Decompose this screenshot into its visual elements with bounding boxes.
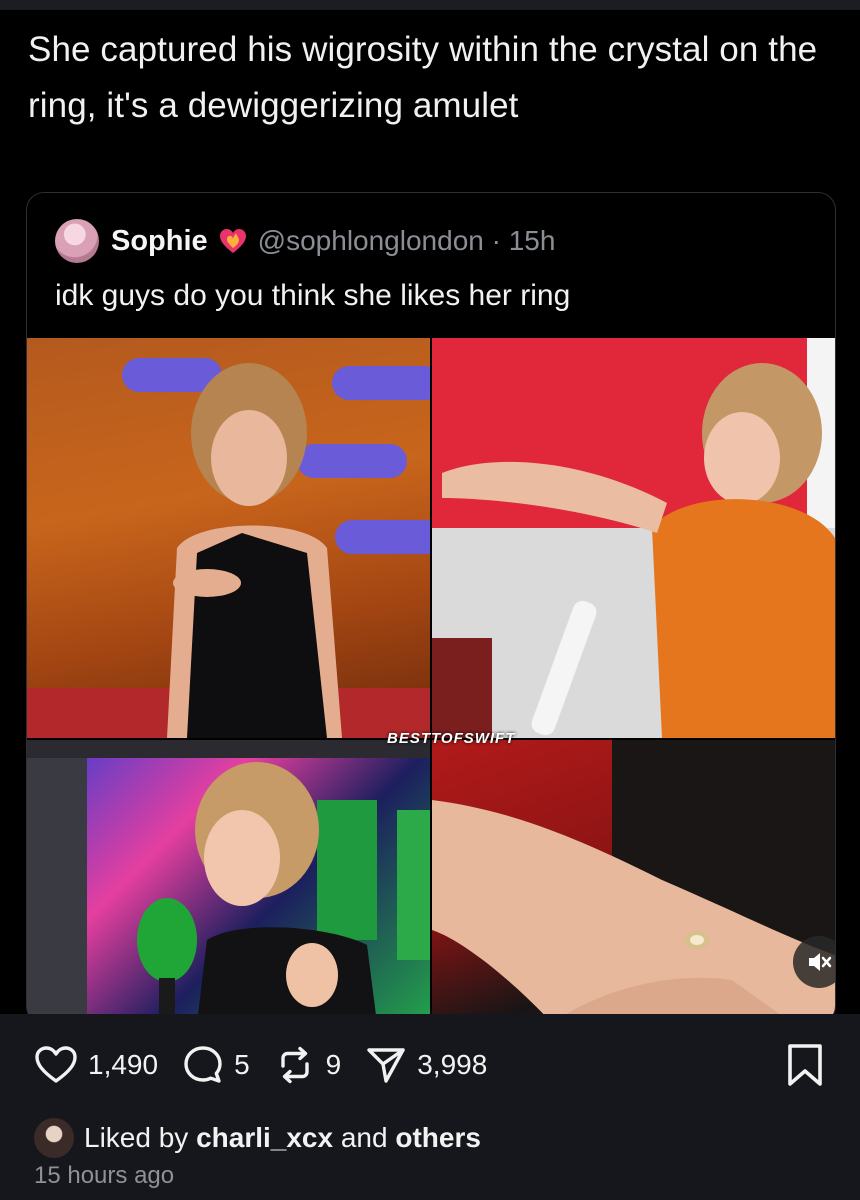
reply-button[interactable]: 5 — [182, 1044, 250, 1086]
quoted-post-header: Sophie @sophlonglondon · 15h — [55, 219, 555, 263]
liked-by-others[interactable]: others — [395, 1122, 481, 1154]
send-icon — [367, 1048, 405, 1083]
like-count: 1,490 — [88, 1049, 159, 1080]
speaker-muted-icon — [809, 953, 832, 971]
post-text: She captured his wigrosity within the cr… — [28, 30, 818, 125]
speech-bubble-icon — [184, 1046, 222, 1083]
liker-avatar[interactable] — [34, 1118, 74, 1158]
video-watermark: BESTTOFSWIFT — [387, 730, 516, 747]
quoted-post-text: idk guys do you think she likes her ring — [55, 279, 571, 312]
liked-by-middle: and — [340, 1122, 388, 1153]
bookmark-button[interactable] — [785, 1042, 825, 1093]
repost-icon — [280, 1046, 309, 1084]
quoted-post-card[interactable]: Sophie @sophlonglondon · 15h idk guys do… — [26, 192, 836, 1024]
action-bar: 1,490 5 9 3,998 — [34, 1040, 511, 1090]
liked-by-prefix: Liked by — [84, 1122, 189, 1153]
quoted-author-handle-time: @sophlonglondon · 15h — [257, 225, 556, 256]
share-count: 3,998 — [417, 1049, 488, 1080]
photo-bottom-left[interactable] — [27, 740, 430, 1023]
photo-top-left[interactable] — [27, 338, 430, 738]
heart-fire-icon — [218, 226, 248, 256]
bookmark-icon — [788, 1044, 822, 1086]
repost-count: 9 — [325, 1049, 342, 1080]
repost-button[interactable]: 9 — [274, 1044, 342, 1086]
photo-bottom-right[interactable] — [432, 740, 835, 1023]
reply-count: 5 — [234, 1049, 250, 1080]
heart-icon — [35, 1046, 77, 1083]
share-button[interactable]: 3,998 — [365, 1044, 487, 1086]
quoted-author-name[interactable]: Sophie — [111, 225, 208, 258]
mute-button[interactable] — [793, 936, 835, 988]
photo-top-right[interactable] — [432, 338, 835, 738]
like-button[interactable]: 1,490 — [34, 1045, 158, 1085]
post-timestamp: 15 hours ago — [34, 1162, 175, 1189]
top-bar — [0, 0, 860, 10]
media-grid[interactable]: BESTTOFSWIFT — [27, 338, 835, 1023]
liked-by-line: Liked by charli_xcx and others — [34, 1118, 481, 1158]
liked-by-user[interactable]: charli_xcx — [196, 1122, 333, 1154]
quoted-author-avatar[interactable] — [55, 219, 99, 263]
